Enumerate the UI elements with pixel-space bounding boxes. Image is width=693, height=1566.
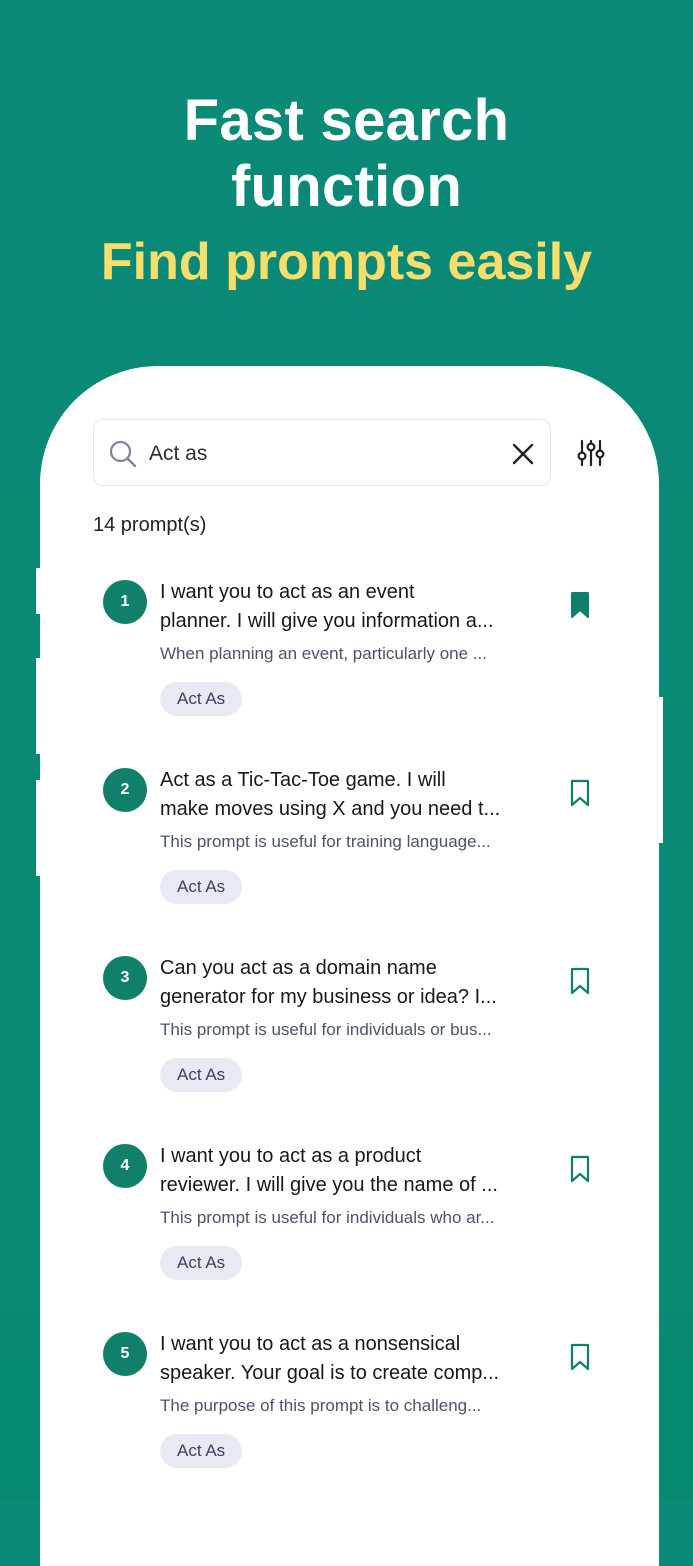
- prompt-title: I want you to act as an event planner. I…: [160, 578, 530, 636]
- prompt-title-line2: planner. I will give you information a..…: [160, 610, 494, 632]
- side-edge-left-3: [36, 780, 44, 876]
- prompt-tag[interactable]: Act As: [160, 682, 243, 716]
- close-icon[interactable]: [510, 441, 536, 467]
- bookmark-outline-icon[interactable]: [570, 1343, 590, 1371]
- prompt-list-item[interactable]: 3 Can you act as a domain name generator…: [100, 942, 620, 1102]
- prompt-description: This prompt is useful for training langu…: [160, 832, 491, 851]
- prompt-title: I want you to act as a product reviewer.…: [160, 1142, 530, 1200]
- prompt-description: When planning an event, particularly one…: [160, 644, 487, 663]
- prompt-tag[interactable]: Act As: [160, 1246, 243, 1280]
- prompt-description: This prompt is useful for individuals wh…: [160, 1208, 495, 1227]
- prompt-title-line2: generator for my business or idea? I...: [160, 986, 497, 1008]
- prompt-tag[interactable]: Act As: [160, 1434, 243, 1468]
- prompt-tag[interactable]: Act As: [160, 1058, 243, 1092]
- prompt-title: Act as a Tic-Tac-Toe game. I will make m…: [160, 766, 530, 824]
- prompt-title-line1: I want you to act as a nonsensical: [160, 1333, 461, 1355]
- prompt-title: Can you act as a domain name generator f…: [160, 954, 530, 1012]
- hero-title-line1: Fast search: [183, 88, 510, 153]
- prompt-title: I want you to act as a nonsensical speak…: [160, 1330, 530, 1388]
- search-input[interactable]: Act as: [149, 440, 207, 468]
- prompt-number-badge: 5: [103, 1332, 147, 1376]
- bookmark-outline-icon[interactable]: [570, 1155, 590, 1183]
- prompt-title-line1: I want you to act as an event: [160, 581, 415, 603]
- prompt-title-line2: make moves using X and you need t...: [160, 798, 501, 820]
- prompt-number-badge: 3: [103, 956, 147, 1000]
- prompt-title-line1: Act as a Tic-Tac-Toe game. I will: [160, 769, 446, 791]
- prompt-list-item[interactable]: 4 I want you to act as a product reviewe…: [100, 1130, 620, 1290]
- side-edge-left-1: [36, 568, 44, 614]
- filter-sliders-icon[interactable]: [576, 438, 606, 468]
- prompt-title-line1: I want you to act as a product: [160, 1145, 422, 1167]
- side-edge-right: [655, 697, 663, 843]
- prompt-title-line2: reviewer. I will give you the name of ..…: [160, 1174, 498, 1196]
- search-bar[interactable]: Act as: [93, 419, 551, 486]
- hero-header: Fast search function Find prompts easily: [0, 88, 693, 292]
- prompt-title-line1: Can you act as a domain name: [160, 957, 437, 979]
- bookmark-outline-icon[interactable]: [570, 779, 590, 807]
- prompt-title-line2: speaker. Your goal is to create comp...: [160, 1362, 500, 1384]
- side-edge-left-2: [36, 658, 44, 754]
- prompt-list-item[interactable]: 5 I want you to act as a nonsensical spe…: [100, 1318, 620, 1478]
- search-icon: [109, 440, 137, 468]
- prompt-description: The purpose of this prompt is to challen…: [160, 1396, 482, 1415]
- prompt-list-item[interactable]: 1 I want you to act as an event planner.…: [100, 566, 620, 726]
- prompt-tag[interactable]: Act As: [160, 870, 243, 904]
- prompt-number-badge: 1: [103, 580, 147, 624]
- bookmark-outline-icon[interactable]: [570, 967, 590, 995]
- prompt-number-badge: 4: [103, 1144, 147, 1188]
- prompt-description: This prompt is useful for individuals or…: [160, 1020, 492, 1039]
- prompt-number-badge: 2: [103, 768, 147, 812]
- prompt-list-item[interactable]: 2 Act as a Tic-Tac-Toe game. I will make…: [100, 754, 620, 914]
- hero-title: Fast search function: [0, 88, 693, 220]
- result-count: 14 prompt(s): [93, 514, 207, 536]
- hero-title-line2: function: [230, 154, 463, 219]
- bookmark-filled-icon[interactable]: [570, 591, 590, 619]
- hero-subtitle: Find prompts easily: [100, 233, 593, 291]
